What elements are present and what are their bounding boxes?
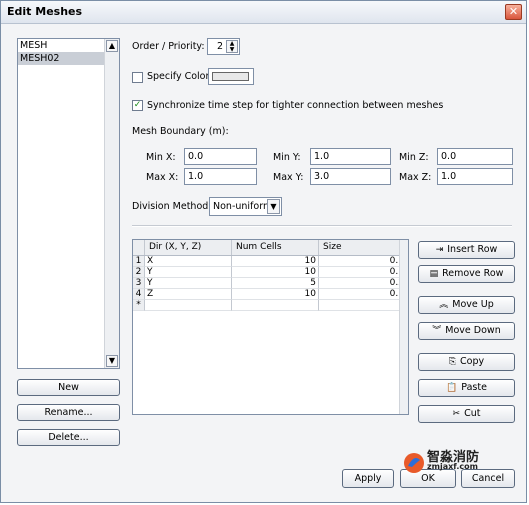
watermark-url: zmjaxf.com [427, 462, 478, 471]
table-row[interactable]: 4 Z 10 0.1 [133, 289, 407, 300]
col-header-dir[interactable]: Dir (X, Y, Z) [145, 240, 232, 255]
color-swatch [212, 72, 249, 81]
table-row[interactable]: 2 Y 10 0.1 [133, 267, 407, 278]
row-number: 4 [133, 289, 145, 300]
scissors-icon: ✂ [452, 409, 461, 419]
title-bar: Edit Meshes ✕ [1, 1, 526, 24]
sync-time-step-label: Synchronize time step for tighter connec… [147, 100, 444, 111]
row-number: * [133, 300, 145, 311]
max-x-field[interactable]: 1.0 [184, 168, 257, 185]
size-cell[interactable]: 0.1 [319, 267, 407, 278]
close-icon[interactable]: ✕ [505, 4, 522, 20]
separator [132, 225, 512, 227]
list-scrollbar[interactable]: ▲ ▼ [104, 39, 119, 368]
remove-row-label: Remove Row [442, 268, 504, 279]
min-x-label: Min X: [146, 152, 176, 163]
chevron-up-icon: ︽ [439, 300, 449, 310]
chevron-down-icon: ︾ [432, 326, 442, 336]
copy-label: Copy [460, 356, 485, 367]
watermark-logo-icon [404, 453, 424, 473]
rename-button[interactable]: Rename... [17, 404, 120, 421]
order-priority-spinner[interactable]: 2 ▲ ▼ [207, 38, 240, 55]
row-number-header [133, 240, 145, 255]
apply-button[interactable]: Apply [342, 469, 394, 488]
num-cells-cell[interactable]: 10 [232, 289, 319, 300]
num-cells-cell[interactable]: 5 [232, 278, 319, 289]
order-priority-value: 2 [216, 41, 223, 52]
sync-time-step-checkbox[interactable]: ✓ [132, 100, 143, 111]
num-cells-cell[interactable]: 10 [232, 267, 319, 278]
size-cell[interactable]: 0.1 [319, 289, 407, 300]
remove-row-button[interactable]: ▤ Remove Row [418, 265, 515, 283]
size-cell[interactable] [319, 300, 407, 311]
color-picker-button[interactable] [208, 68, 254, 85]
move-down-label: Move Down [445, 325, 501, 336]
division-method-select[interactable]: Non-uniform ▼ [209, 197, 282, 216]
mesh-boundary-label: Mesh Boundary (m): [132, 126, 229, 137]
dir-cell[interactable]: Z [145, 289, 232, 300]
division-table[interactable]: Dir (X, Y, Z) Num Cells Size 1 X 10 0.1 … [132, 239, 409, 415]
watermark: 智淼消防 zmjaxf.com [401, 445, 511, 475]
row-number: 1 [133, 256, 145, 267]
insert-row-icon: ⇥ [435, 245, 444, 255]
table-row[interactable]: * [133, 300, 407, 311]
table-scrollbar[interactable] [399, 240, 408, 414]
dir-cell[interactable]: Y [145, 267, 232, 278]
specify-color-label: Specify Color: [147, 71, 213, 82]
paste-icon: 📋 [446, 383, 458, 393]
delete-button[interactable]: Delete... [17, 429, 120, 446]
division-method-label: Division Method: [132, 201, 212, 212]
table-header: Dir (X, Y, Z) Num Cells Size [133, 240, 408, 256]
order-priority-label: Order / Priority: [132, 41, 205, 52]
max-z-label: Max Z: [399, 172, 432, 183]
edit-meshes-dialog: Edit Meshes ✕ MESH MESH02 ▲ ▼ New Rename… [0, 0, 527, 503]
copy-icon: ⎘ [448, 357, 457, 367]
min-y-field[interactable]: 1.0 [310, 148, 391, 165]
min-y-label: Min Y: [273, 152, 301, 163]
division-method-value: Non-uniform [213, 201, 273, 212]
max-y-label: Max Y: [273, 172, 304, 183]
col-header-num-cells[interactable]: Num Cells [232, 240, 319, 255]
scroll-up-icon[interactable]: ▲ [106, 40, 118, 52]
row-number: 3 [133, 278, 145, 289]
new-button[interactable]: New [17, 379, 120, 396]
min-z-label: Min Z: [399, 152, 429, 163]
move-up-button[interactable]: ︽ Move Up [418, 296, 515, 314]
paste-label: Paste [461, 382, 487, 393]
move-down-button[interactable]: ︾ Move Down [418, 322, 515, 340]
remove-row-icon: ▤ [429, 269, 439, 279]
min-z-field[interactable]: 0.0 [437, 148, 513, 165]
min-x-field[interactable]: 0.0 [184, 148, 257, 165]
dir-cell[interactable] [145, 300, 232, 311]
dir-cell[interactable]: Y [145, 278, 232, 289]
move-up-label: Move Up [452, 299, 494, 310]
num-cells-cell[interactable] [232, 300, 319, 311]
dir-cell[interactable]: X [145, 256, 232, 267]
chevron-down-icon[interactable]: ▼ [267, 199, 280, 214]
col-header-size[interactable]: Size [319, 240, 407, 255]
insert-row-button[interactable]: ⇥ Insert Row [418, 241, 515, 259]
size-cell[interactable]: 0.2 [319, 278, 407, 289]
max-x-label: Max X: [146, 172, 179, 183]
paste-button[interactable]: 📋 Paste [418, 379, 515, 397]
table-row[interactable]: 1 X 10 0.1 [133, 256, 407, 267]
cut-button[interactable]: ✂ Cut [418, 405, 515, 423]
window-title: Edit Meshes [7, 5, 83, 18]
table-row[interactable]: 3 Y 5 0.2 [133, 278, 407, 289]
mesh-list[interactable]: MESH MESH02 ▲ ▼ [17, 38, 120, 369]
scroll-down-icon[interactable]: ▼ [106, 355, 118, 367]
row-number: 2 [133, 267, 145, 278]
spinner-arrows-icon[interactable]: ▲ ▼ [226, 40, 238, 53]
max-y-field[interactable]: 3.0 [310, 168, 391, 185]
num-cells-cell[interactable]: 10 [232, 256, 319, 267]
insert-row-label: Insert Row [447, 244, 498, 255]
cut-label: Cut [464, 408, 481, 419]
max-z-field[interactable]: 1.0 [437, 168, 513, 185]
size-cell[interactable]: 0.1 [319, 256, 407, 267]
specify-color-checkbox[interactable] [132, 72, 143, 83]
copy-button[interactable]: ⎘ Copy [418, 353, 515, 371]
